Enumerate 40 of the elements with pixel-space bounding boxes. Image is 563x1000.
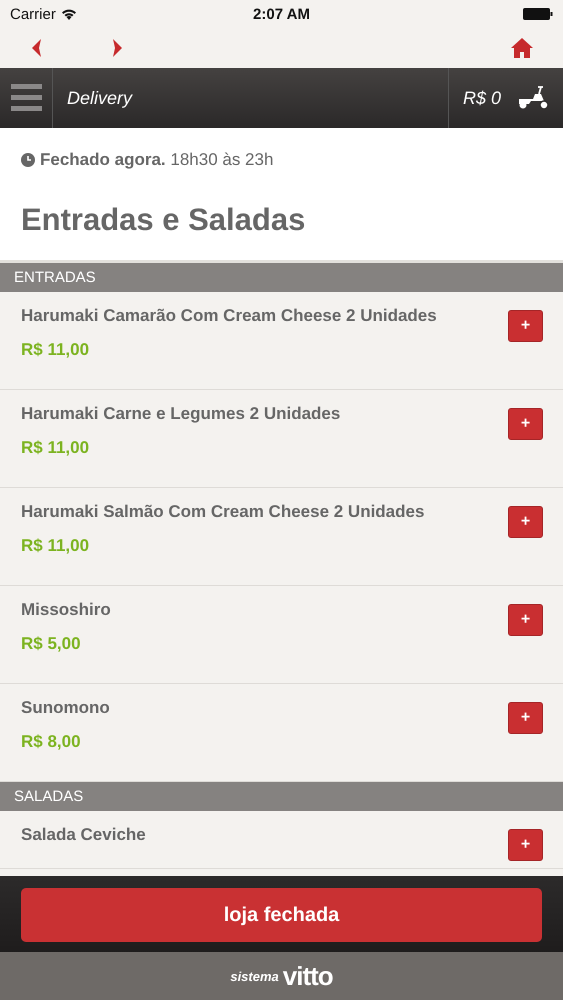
add-button[interactable]: + — [508, 408, 543, 440]
menu-item[interactable]: Harumaki Carne e Legumes 2 Unidades R$ 11,00 + — [0, 390, 563, 488]
item-name: Harumaki Carne e Legumes 2 Unidades — [21, 404, 340, 424]
item-name: Harumaki Camarão Com Cream Cheese 2 Unidades — [21, 306, 437, 326]
add-button[interactable]: + — [508, 829, 543, 861]
menu-item[interactable]: Harumaki Camarão Com Cream Cheese 2 Unidades R$ 11,00 + — [0, 292, 563, 390]
menu-item[interactable]: Harumaki Salmão Com Cream Cheese 2 Unidades R$ 11,00 + — [0, 488, 563, 586]
add-button[interactable]: + — [508, 604, 543, 636]
section-header: SALADAS — [0, 782, 563, 811]
item-price: R$ 5,00 — [21, 634, 82, 654]
item-price: R$ 11,00 — [21, 438, 90, 458]
scooter-icon — [517, 86, 549, 110]
wifi-icon — [60, 8, 77, 20]
store-hours: Fechado agora. 18h30 às 23h — [40, 150, 274, 170]
menu-item[interactable]: Missoshiro R$ 5,00 + — [0, 586, 563, 684]
forward-icon[interactable] — [112, 39, 124, 57]
menu-icon — [10, 84, 42, 112]
back-icon[interactable] — [30, 39, 42, 57]
item-name: Sunomono — [21, 698, 110, 718]
item-name: Missoshiro — [21, 600, 111, 620]
item-price: R$ 11,00 — [21, 536, 90, 556]
item-price: R$ 8,00 — [21, 732, 82, 752]
footer-prefix: sistema — [230, 968, 279, 984]
store-closed-button[interactable]: loja fechada — [21, 888, 542, 942]
section-header: ENTRADAS — [0, 263, 563, 292]
add-button[interactable]: + — [508, 702, 543, 734]
header-title: Delivery — [66, 88, 134, 108]
status-time: 2:07 AM — [253, 6, 310, 22]
clock-icon — [21, 153, 35, 167]
carrier-label: Carrier — [10, 6, 56, 22]
menu-item[interactable]: Salada Ceviche + — [0, 811, 563, 869]
item-price: R$ 11,00 — [21, 340, 90, 360]
home-icon[interactable] — [511, 38, 533, 58]
battery-icon — [523, 8, 553, 20]
brand-logo: vitto — [282, 960, 333, 992]
page-title: Entradas e Saladas — [21, 202, 306, 238]
item-name: Harumaki Salmão Com Cream Cheese 2 Unidades — [21, 502, 424, 522]
item-name: Salada Ceviche — [21, 825, 146, 845]
add-button[interactable]: + — [508, 310, 543, 342]
add-button[interactable]: + — [508, 506, 543, 538]
